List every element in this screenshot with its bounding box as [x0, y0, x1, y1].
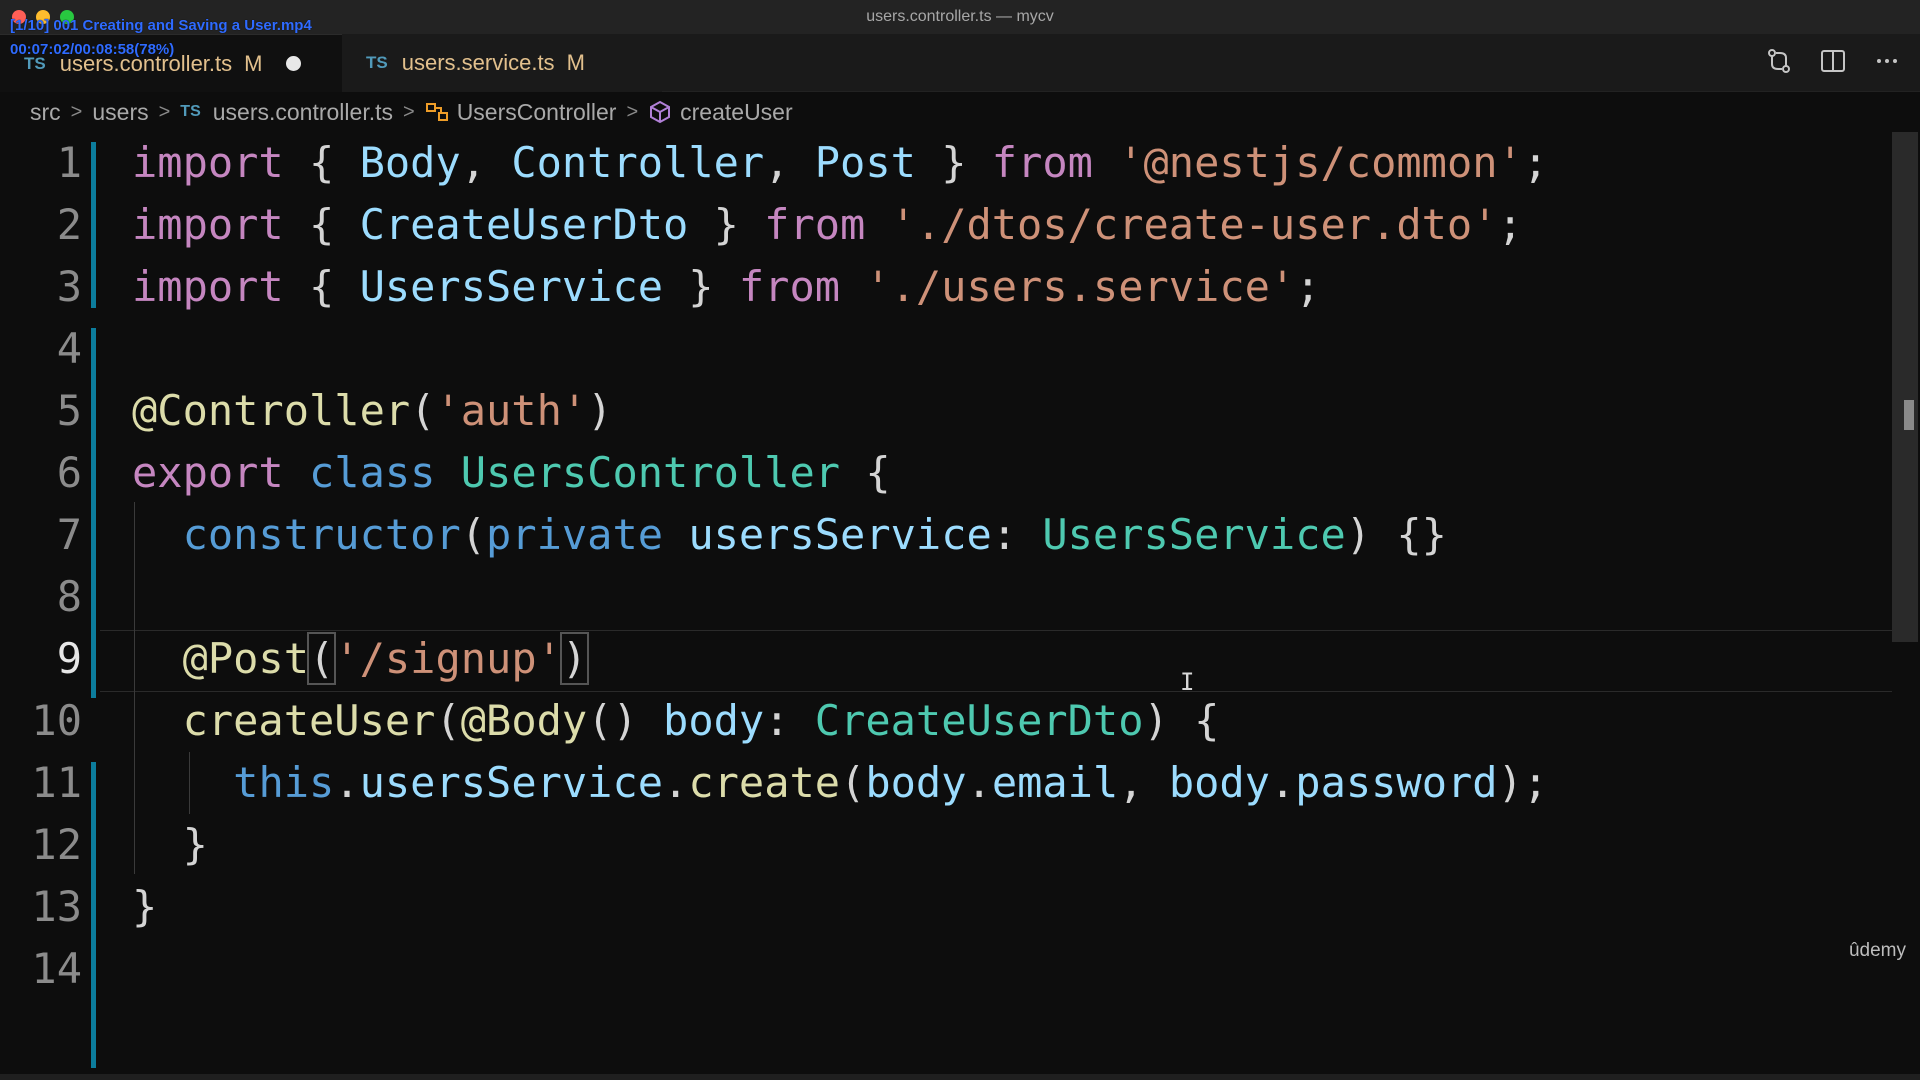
- code-line[interactable]: 5 @Controller('auth'): [0, 380, 1892, 442]
- code-text: this.usersService.create(body.email, bod…: [233, 758, 1549, 807]
- method-icon: [650, 100, 671, 124]
- typescript-icon: TS: [180, 103, 201, 120]
- video-timestamp: 00:07:02/00:08:58(78%): [10, 41, 175, 58]
- line-number: 14: [31, 944, 82, 993]
- code-line-active[interactable]: 9 @Post('/signup'): [0, 628, 1892, 690]
- code-line[interactable]: 1 import { Body, Controller, Post } from…: [0, 132, 1892, 194]
- code-line[interactable]: 12 }: [0, 814, 1892, 876]
- code-text: import { CreateUserDto } from './dtos/cr…: [132, 200, 1523, 249]
- line-number: 8: [56, 572, 82, 621]
- line-number: 3: [56, 262, 82, 311]
- split-editor-icon[interactable]: [1820, 48, 1846, 74]
- line-number: 12: [31, 820, 82, 869]
- line-number: 11: [31, 758, 82, 807]
- code-text: import { Body, Controller, Post } from '…: [132, 138, 1549, 187]
- mouse-ibeam-cursor-icon: I: [1180, 668, 1195, 696]
- code-line[interactable]: 6 export class UsersController {: [0, 442, 1892, 504]
- code-text: @Post('/signup'): [182, 632, 590, 685]
- udemy-watermark: ûdemy: [1848, 940, 1906, 961]
- breadcrumb-item-users[interactable]: users: [92, 99, 148, 126]
- line-number: 9: [56, 634, 82, 683]
- code-editor[interactable]: 1 import { Body, Controller, Post } from…: [0, 132, 1892, 1080]
- breadcrumb-item-file[interactable]: users.controller.ts: [213, 99, 393, 126]
- line-number: 13: [31, 882, 82, 931]
- vertical-scrollbar[interactable]: [1892, 132, 1918, 642]
- line-number: 7: [56, 510, 82, 559]
- chevron-right-icon: >: [403, 100, 415, 123]
- code-line[interactable]: 3 import { UsersService } from './users.…: [0, 256, 1892, 318]
- code-text: import { UsersService } from './users.se…: [132, 262, 1321, 311]
- code-line[interactable]: 2 import { CreateUserDto } from './dtos/…: [0, 194, 1892, 256]
- code-line[interactable]: 11 this.usersService.create(body.email, …: [0, 752, 1892, 814]
- editor-actions: [1766, 48, 1900, 74]
- video-title: [1/10] 001 Creating and Saving a User.mp…: [10, 17, 312, 34]
- tab-users-service[interactable]: TS users.service.ts M: [342, 34, 662, 92]
- class-icon: [425, 103, 448, 121]
- bottom-edge: [0, 1074, 1920, 1080]
- code-line[interactable]: 7 constructor(private usersService: User…: [0, 504, 1892, 566]
- source-control-icon[interactable]: [1766, 48, 1792, 74]
- code-line[interactable]: 4: [0, 318, 1892, 380]
- video-overlay: [1/10] 001 Creating and Saving a User.mp…: [10, 14, 312, 62]
- chevron-right-icon: >: [626, 100, 639, 123]
- line-number: 10: [31, 696, 82, 745]
- code-text: constructor(private usersService: UsersS…: [182, 510, 1447, 559]
- scrollbar-cursor-marker: [1904, 400, 1914, 430]
- typescript-icon: TS: [366, 53, 388, 72]
- code-line[interactable]: 8: [0, 566, 1892, 628]
- code-text: }: [132, 882, 158, 931]
- line-number: 6: [56, 448, 82, 497]
- code-text: createUser(@Body() body: CreateUserDto) …: [182, 696, 1220, 745]
- breadcrumb-item-method[interactable]: createUser: [680, 99, 792, 126]
- line-number: 5: [56, 386, 82, 435]
- chevron-right-icon: >: [158, 100, 171, 123]
- breadcrumb-item-src[interactable]: src: [30, 99, 61, 126]
- breadcrumb: src > users > TS users.controller.ts > U…: [30, 96, 793, 128]
- chevron-right-icon: >: [70, 100, 83, 123]
- more-actions-icon[interactable]: [1874, 48, 1900, 74]
- line-number: 1: [56, 138, 82, 187]
- code-text: export class UsersController {: [132, 448, 891, 497]
- line-number: 2: [56, 200, 82, 249]
- line-number: 4: [56, 324, 82, 373]
- code-line[interactable]: 14: [0, 938, 1892, 1000]
- modified-badge: M: [566, 50, 585, 75]
- code-text: }: [132, 820, 208, 869]
- tab-label: users.service.ts: [401, 50, 555, 75]
- breadcrumb-item-class[interactable]: UsersController: [457, 99, 617, 126]
- code-line[interactable]: 10 createUser(@Body() body: CreateUserDt…: [0, 690, 1892, 752]
- code-line[interactable]: 13 }: [0, 876, 1892, 938]
- code-text: @Controller('auth'): [132, 386, 613, 435]
